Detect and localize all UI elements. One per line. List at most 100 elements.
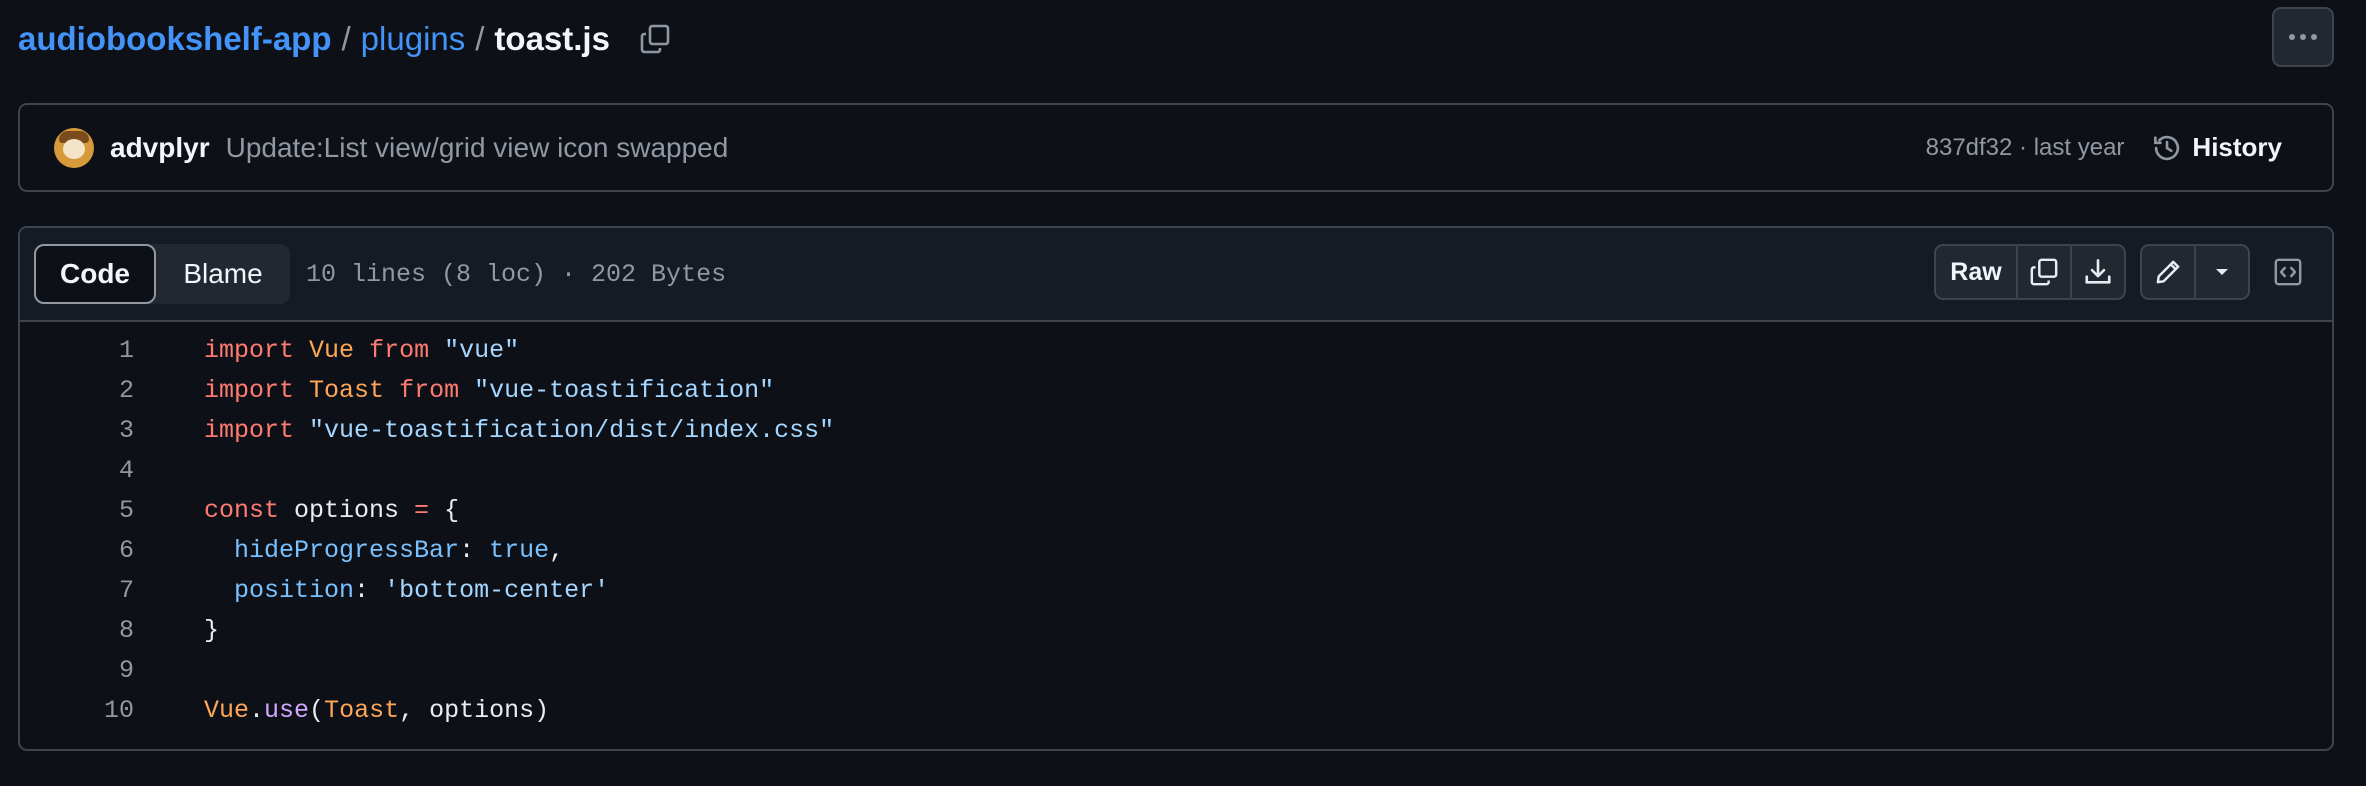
triangle-down-icon [2216,269,2228,275]
code-token: : [459,535,490,565]
download-icon [2085,259,2111,284]
line-number[interactable]: 9 [20,656,134,685]
code-line: 8} [20,610,2332,650]
breadcrumb-current-file: toast.js [494,20,610,57]
line-number[interactable]: 7 [20,576,134,605]
breadcrumb-separator: / [475,20,485,57]
line-number[interactable]: 6 [20,536,134,565]
copy-icon [2030,258,2058,286]
raw-button-group: Raw [1934,244,2126,300]
code-token: use [264,695,310,725]
copy-raw-button[interactable] [2018,246,2070,298]
code-token: Vue [309,335,355,365]
code-token: from [399,375,460,405]
tab-code[interactable]: Code [34,244,156,304]
code-token: Toast [309,375,385,405]
tab-blame[interactable]: Blame [156,244,290,304]
history-icon [2154,135,2180,160]
code-token: from [369,335,430,365]
code-line: 6 hideProgressBar: true, [20,530,2332,570]
code-token: true [489,535,550,565]
file-header: Code Blame 10 lines (8 loc) · 202 Bytes … [20,228,2332,322]
code-token: . [249,695,265,725]
code-token: "vue-toastification/dist/index.css" [309,415,835,445]
code-token: hideProgressBar [234,535,460,565]
code-line: 3 import "vue-toastification/dist/index.c… [20,410,2332,450]
line-content: position: 'bottom-center' [204,576,609,605]
file-viewer: Code Blame 10 lines (8 loc) · 202 Bytes … [18,226,2334,751]
line-number[interactable]: 10 [20,696,134,725]
line-content: Vue.use(Toast, options) [204,696,549,725]
pencil-icon [2156,260,2180,284]
history-label: History [2192,132,2282,162]
view-mode-toggle: Code Blame [34,244,290,304]
code-token: : [354,575,385,605]
code-token: } [204,615,220,645]
code-token: const [204,495,280,525]
code-token: = [414,495,430,525]
code-line: 4 [20,450,2332,490]
breadcrumb: audiobookshelf-app / plugins / toast.js [18,14,674,64]
code-line: 5 const options = { [20,490,2332,530]
code-token: { [429,495,460,525]
code-token: "vue" [444,335,520,365]
commit-sha-time[interactable]: 837df32 · last year [1926,134,2125,162]
edit-options-dropdown[interactable] [2196,246,2248,298]
line-content: import "vue-toastification/dist/index.cs… [204,416,834,445]
breadcrumb-repo-link[interactable]: audiobookshelf-app [18,20,332,58]
avatar[interactable] [54,127,94,168]
line-number[interactable]: 5 [20,496,134,525]
line-content: const options = { [204,496,459,525]
breadcrumb-folder-link[interactable]: plugins [361,20,466,58]
code-token: Toast [324,695,400,725]
code-token: position [234,575,355,605]
line-number[interactable]: 4 [20,456,134,485]
copy-path-icon [640,24,670,54]
code-token: , [549,535,565,565]
code-line: 10 Vue.use(Toast, options) [20,690,2332,730]
more-options-button[interactable] [2272,7,2334,67]
latest-commit-bar: advplyr Update:List view/grid view icon … [18,103,2334,192]
line-number[interactable]: 2 [20,376,134,405]
commit-message[interactable]: Update:List view/grid view icon swapped [226,132,729,164]
line-content: import Vue from "vue" [204,336,519,365]
code-body: 1 import Vue from "vue" 2 import Toast from… [20,322,2332,730]
file-meta: 10 lines (8 loc) · 202 Bytes [306,259,727,289]
code-token: "vue-toastification" [474,375,775,405]
symbols-panel-button[interactable] [2266,250,2310,294]
line-number[interactable]: 1 [20,336,134,365]
code-line: 1 import Vue from "vue" [20,330,2332,370]
code-token: Vue [204,695,250,725]
copy-path-button[interactable] [636,20,674,58]
download-button[interactable] [2070,246,2124,298]
history-button[interactable]: History [2152,132,2282,163]
code-line: 7 position: 'bottom-center' [20,570,2332,610]
code-symbols-icon [2274,258,2302,286]
raw-button[interactable]: Raw [1936,246,2018,298]
code-token: 'bottom-center' [384,575,610,605]
line-number[interactable]: 3 [20,416,134,445]
code-token: ( [309,695,325,725]
code-token: import [204,415,295,445]
code-line: 2 import Toast from "vue-toastification" [20,370,2332,410]
edit-file-button[interactable] [2142,246,2196,298]
line-content: import Toast from "vue-toastification" [204,376,774,405]
more-horizontal-icon [2289,34,2317,40]
line-content: } [204,616,219,645]
line-content: hideProgressBar: true, [204,536,564,565]
breadcrumb-separator: / [341,20,351,57]
commit-author[interactable]: advplyr [110,132,210,164]
code-line: 9 [20,650,2332,690]
line-number[interactable]: 8 [20,616,134,645]
code-token: import [204,375,295,405]
edit-button-group [2140,244,2250,300]
